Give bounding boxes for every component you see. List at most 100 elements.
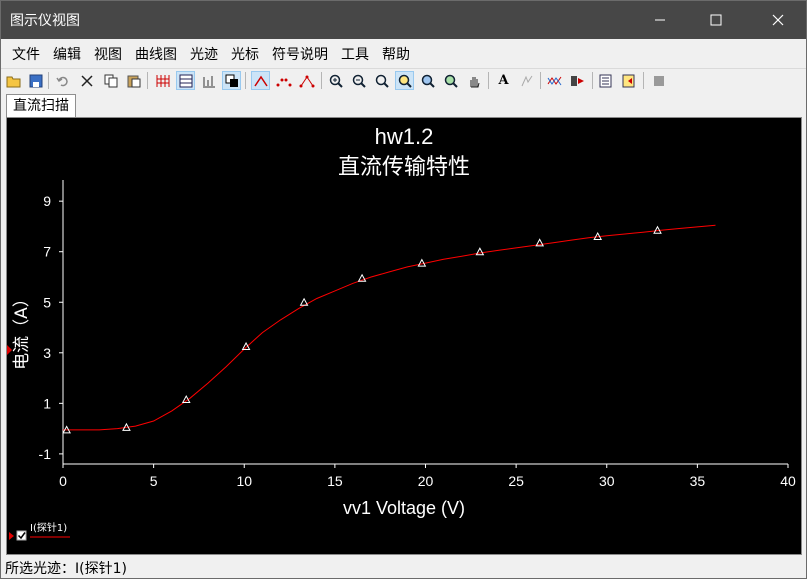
chart-area-icon — [179, 74, 192, 87]
maximize-button[interactable] — [693, 1, 739, 39]
menu-edit[interactable]: 编辑 — [46, 44, 87, 64]
zoom-x-button[interactable] — [418, 71, 437, 90]
zoom-x-icon — [421, 74, 435, 88]
y-tick-label: 5 — [43, 294, 51, 310]
data-point — [417, 258, 427, 267]
pan-button[interactable] — [464, 71, 483, 90]
zoom-out-button[interactable] — [349, 71, 368, 90]
maximize-icon — [710, 14, 722, 26]
export-button[interactable] — [597, 71, 616, 90]
x-tick-label: 0 — [59, 473, 67, 489]
stop-button[interactable] — [649, 71, 668, 90]
zoom-y-icon — [444, 74, 458, 88]
zoom-area-icon — [375, 74, 389, 88]
close-button[interactable] — [755, 1, 801, 39]
y-tick-label: 3 — [43, 345, 51, 361]
menu-trace[interactable]: 光迹 — [183, 44, 224, 64]
line-dot-trace-icon — [299, 75, 314, 87]
minimize-button[interactable] — [637, 1, 683, 39]
text-button[interactable]: A — [494, 71, 513, 90]
menu-tools[interactable]: 工具 — [334, 44, 375, 64]
paste-button[interactable] — [124, 71, 143, 90]
x-tick-label: 40 — [780, 473, 796, 489]
status-bar: 所选光迹：I(探针1) — [5, 561, 127, 577]
hand-icon — [470, 76, 479, 87]
title-bar: 图示仪视图 — [1, 1, 806, 39]
toolbar: A — [1, 68, 806, 92]
text-icon: A — [498, 73, 509, 88]
background-button[interactable] — [222, 71, 241, 90]
menu-graph[interactable]: 曲线图 — [128, 44, 183, 64]
undo-icon — [55, 76, 68, 86]
copy-icon — [104, 74, 117, 87]
cut-icon — [80, 74, 93, 87]
app-window: 图示仪视图 文件 编辑 视图 曲线图 光迹 光标 符号说明 工具 帮助 A 直流… — [0, 0, 807, 579]
export-icon — [599, 74, 611, 87]
menu-cursor[interactable]: 光标 — [224, 44, 265, 64]
bars-icon — [202, 75, 215, 87]
chart-area-button[interactable] — [176, 71, 195, 90]
menu-legend[interactable]: 符号说明 — [265, 44, 334, 64]
chart-title: hw1.2 — [375, 124, 434, 149]
menu-bar: 文件 编辑 视图 曲线图 光迹 光标 符号说明 工具 帮助 — [1, 41, 806, 67]
x-tick-label: 10 — [236, 473, 252, 489]
grid-button[interactable] — [153, 71, 172, 90]
copy-button[interactable] — [101, 71, 120, 90]
open-button[interactable] — [4, 71, 23, 90]
x-tick-label: 15 — [327, 473, 343, 489]
y-tick-label: -1 — [39, 446, 52, 462]
label-icon — [521, 75, 532, 86]
menu-file[interactable]: 文件 — [5, 44, 46, 64]
chart-svg: hw1.2直流传输特性0 5 10 15 20 25 30 35 40-113579vv1 Vo… — [7, 124, 796, 541]
series-line — [63, 224, 716, 431]
zoom-in-icon — [329, 74, 343, 88]
y-tick-label: 9 — [43, 193, 51, 209]
folder-open-icon — [6, 76, 20, 87]
y-tick-label: 1 — [43, 395, 51, 411]
window-title: 图示仪视图 — [10, 13, 80, 29]
x-tick-label: 35 — [690, 473, 706, 489]
line-trace-icon — [253, 75, 268, 86]
line-dot-style-button[interactable] — [297, 71, 316, 90]
label-button[interactable] — [517, 71, 536, 90]
undo-button[interactable] — [53, 71, 72, 90]
minimize-icon — [655, 19, 665, 21]
zoom-out-icon — [352, 74, 366, 88]
save-icon — [29, 74, 42, 87]
stop-icon — [653, 75, 664, 86]
export-image-button[interactable] — [620, 71, 639, 90]
zoom-y-button[interactable] — [441, 71, 460, 90]
export-image-icon — [622, 74, 634, 87]
cut-button[interactable] — [77, 71, 96, 90]
grid-icon — [156, 74, 169, 87]
legend-label: I(探针1) — [30, 521, 67, 534]
menu-view[interactable]: 视图 — [87, 44, 128, 64]
save-button[interactable] — [26, 71, 45, 90]
x-tick-label: 20 — [418, 473, 434, 489]
y-axis-label: 电流（A） — [12, 290, 32, 370]
x-tick-label: 25 — [508, 473, 524, 489]
data-point — [299, 297, 309, 306]
overlay-icon — [225, 74, 238, 87]
dot-trace-icon — [276, 78, 291, 86]
x-tick-label: 30 — [599, 473, 615, 489]
line-style-button[interactable] — [251, 71, 270, 90]
close-icon — [772, 14, 784, 26]
data-point — [241, 341, 251, 350]
zoom-fit-icon — [398, 74, 412, 88]
dot-style-button[interactable] — [274, 71, 293, 90]
legend-marker-icon — [9, 532, 14, 540]
data-point — [475, 247, 485, 256]
paste-icon — [127, 75, 140, 87]
zoom-area-button[interactable] — [372, 71, 391, 90]
tab-dc-sweep[interactable]: 直流扫描 — [6, 94, 76, 117]
zoom-in-button[interactable] — [326, 71, 345, 90]
menu-help[interactable]: 帮助 — [375, 44, 416, 64]
cursor-move-button[interactable] — [568, 71, 587, 90]
split-view-button[interactable] — [199, 71, 218, 90]
chart-subtitle: 直流传输特性 — [338, 155, 470, 180]
cursor-button[interactable] — [545, 71, 564, 90]
cursor-trace-icon — [547, 76, 561, 85]
zoom-fit-button[interactable] — [395, 71, 414, 90]
plot-area[interactable]: hw1.2 直流传输特性 0 5 10 15 20 25 30 35 40 -1 1 3 5 7 9 vv1 Vo… — [6, 117, 802, 555]
